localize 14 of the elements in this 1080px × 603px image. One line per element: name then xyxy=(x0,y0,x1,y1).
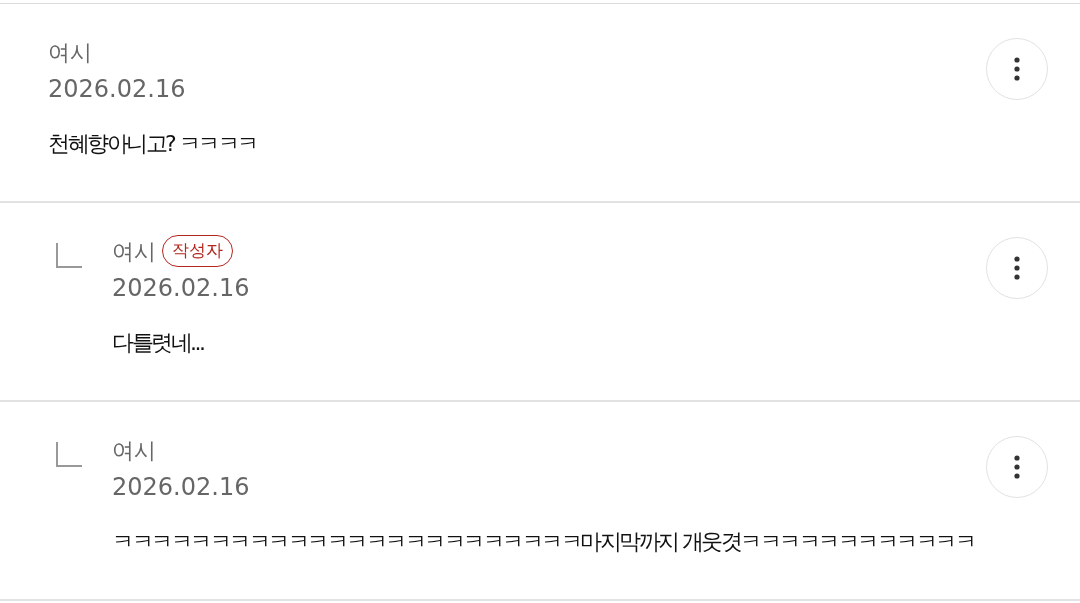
comment-text: ㅋㅋㅋㅋㅋㅋㅋㅋㅋㅋㅋㅋㅋㅋㅋㅋㅋㅋㅋㅋㅋㅋㅋㅋ마지막까지 개웃겻ㅋㅋㅋㅋㅋㅋㅋㅋㅋㅋㅋㅋ xyxy=(112,528,975,556)
more-icon xyxy=(1014,256,1020,280)
reply-icon xyxy=(55,442,83,468)
author-name: 여시 xyxy=(112,436,156,465)
comment-date: 2026.02.16 xyxy=(112,472,250,502)
more-icon xyxy=(1014,57,1020,81)
reply-icon xyxy=(55,243,83,269)
more-icon xyxy=(1014,455,1020,479)
author-name: 여시 xyxy=(112,237,156,266)
comment-date: 2026.02.16 xyxy=(112,273,250,303)
comment-text: 다틀렷네... xyxy=(112,329,204,357)
comment-date: 2026.02.16 xyxy=(48,74,186,104)
author-name: 여시 xyxy=(48,38,92,67)
comment-text: 천혜향아니고? ㅋㅋㅋㅋ xyxy=(48,130,257,158)
